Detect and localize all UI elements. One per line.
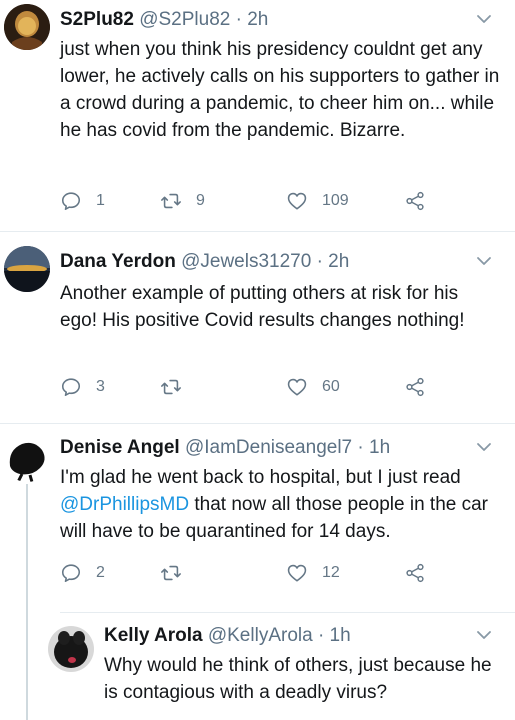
tweet[interactable]: Denise Angel @IamDeniseangel7 · 1h I'm g… <box>0 424 515 612</box>
mention-link[interactable]: @DrPhillipsMD <box>60 494 189 515</box>
share-button[interactable] <box>404 560 440 586</box>
avatar[interactable] <box>48 626 94 672</box>
retweet-icon <box>161 193 181 209</box>
tweet-text: Another example of putting others at ris… <box>60 283 465 331</box>
timestamp[interactable]: · 2h <box>317 251 350 272</box>
reply-count: 1 <box>96 192 105 209</box>
share-icon <box>406 563 424 583</box>
tweet-actions: 1 9 109 <box>60 188 460 214</box>
chevron-down-icon[interactable] <box>475 10 493 28</box>
tweet-header: Denise Angel @IamDeniseangel7 · 1h <box>60 436 390 460</box>
reply-count: 3 <box>96 378 105 395</box>
retweet-count: 9 <box>196 192 205 209</box>
avatar-image <box>4 246 50 292</box>
user-handle[interactable]: @IamDeniseangel7 <box>185 437 352 458</box>
display-name[interactable]: S2Plu82 <box>60 9 134 30</box>
tweet-actions: 3 60 <box>60 374 460 400</box>
tweet-text: Why would he think of others, just becau… <box>104 655 492 703</box>
retweet-button[interactable] <box>160 560 196 586</box>
timestamp[interactable]: · 2h <box>236 9 269 30</box>
retweet-icon <box>161 379 181 395</box>
user-handle[interactable]: @Jewels31270 <box>181 251 311 272</box>
avatar-image <box>4 436 50 482</box>
reply-button[interactable]: 2 <box>60 560 105 586</box>
display-name[interactable]: Dana Yerdon <box>60 251 176 272</box>
tweet-header: Dana Yerdon @Jewels31270 · 2h <box>60 250 349 274</box>
share-button[interactable] <box>404 374 440 400</box>
tweet-actions: 2 12 <box>60 560 460 586</box>
thread-line <box>26 484 28 612</box>
thread-line <box>26 612 28 720</box>
avatar-image <box>4 4 50 50</box>
tweet-reply[interactable]: Kelly Arola @KellyArola · 1h Why would h… <box>0 612 515 720</box>
timestamp[interactable]: · 1h <box>357 437 390 458</box>
chevron-down-icon[interactable] <box>475 252 493 270</box>
chevron-down-icon[interactable] <box>475 438 493 456</box>
divider <box>60 612 515 613</box>
tweet[interactable]: Dana Yerdon @Jewels31270 · 2h Another ex… <box>0 232 515 424</box>
like-icon <box>287 378 307 396</box>
like-icon <box>287 192 307 210</box>
like-button[interactable]: 60 <box>286 374 340 400</box>
timestamp[interactable]: · 1h <box>318 625 351 646</box>
share-button[interactable] <box>404 188 440 214</box>
like-count: 12 <box>322 564 340 581</box>
avatar-image <box>48 626 94 672</box>
avatar[interactable] <box>4 4 50 50</box>
display-name[interactable]: Kelly Arola <box>104 625 203 646</box>
tweet-header: S2Plu82 @S2Plu82 · 2h <box>60 8 268 32</box>
like-count: 60 <box>322 378 340 395</box>
reply-count: 2 <box>96 564 105 581</box>
retweet-button[interactable] <box>160 374 196 400</box>
reply-icon <box>61 192 81 211</box>
user-handle[interactable]: @KellyArola <box>208 625 313 646</box>
reply-icon <box>61 564 81 583</box>
like-button[interactable]: 12 <box>286 560 340 586</box>
avatar[interactable] <box>4 246 50 292</box>
like-icon <box>287 564 307 582</box>
display-name[interactable]: Denise Angel <box>60 437 180 458</box>
tweet-text-part: I'm glad he went back to hospital, but I… <box>60 467 461 488</box>
reply-button[interactable]: 1 <box>60 188 105 214</box>
avatar[interactable] <box>4 436 50 482</box>
tweet-header: Kelly Arola @KellyArola · 1h <box>104 624 351 648</box>
retweet-button[interactable]: 9 <box>160 188 205 214</box>
share-icon <box>406 191 424 211</box>
share-icon <box>406 377 424 397</box>
tweet-text: I'm glad he went back to hospital, but I… <box>60 464 500 545</box>
retweet-icon <box>161 565 181 581</box>
like-count: 109 <box>322 192 349 209</box>
reply-button[interactable]: 3 <box>60 374 105 400</box>
like-button[interactable]: 109 <box>286 188 349 214</box>
user-handle[interactable]: @S2Plu82 <box>139 9 230 30</box>
chevron-down-icon[interactable] <box>475 626 493 644</box>
reply-icon <box>61 378 81 397</box>
tweet-text: just when you think his presidency could… <box>60 39 500 141</box>
tweet[interactable]: S2Plu82 @S2Plu82 · 2h just when you thin… <box>0 0 515 232</box>
